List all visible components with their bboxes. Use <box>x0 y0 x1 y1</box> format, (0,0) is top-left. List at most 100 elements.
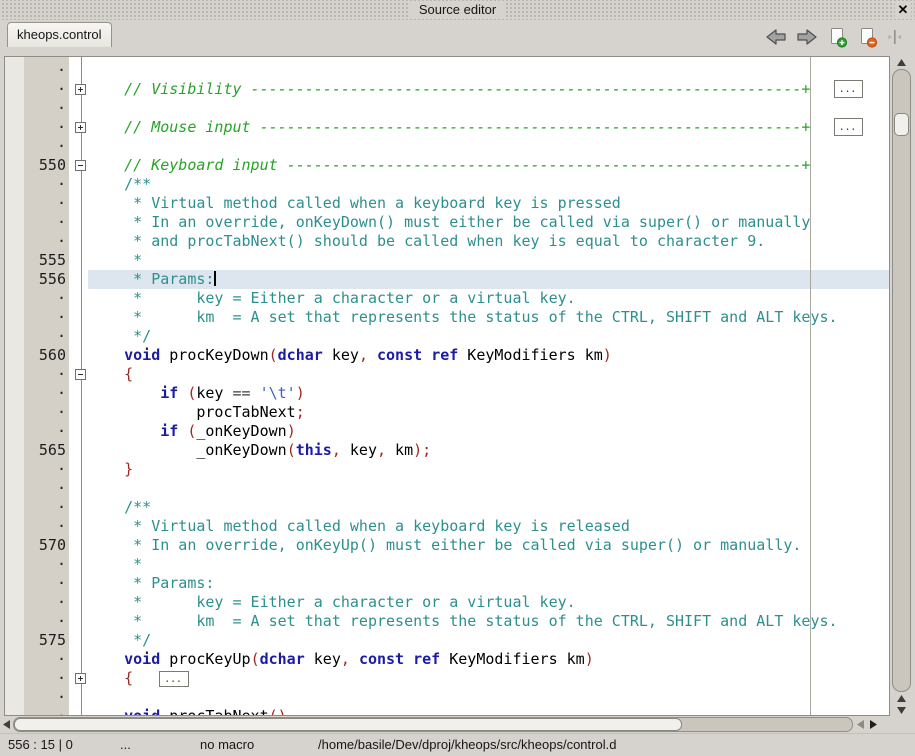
code-line[interactable]: · <box>5 99 889 118</box>
code-text[interactable]: * <box>88 251 889 270</box>
code-text[interactable]: if (key == '\t') <box>88 384 889 403</box>
close-icon[interactable]: ✕ <box>895 1 911 18</box>
new-document-button[interactable] <box>827 27 848 48</box>
code-text[interactable]: // Visibility --------------------------… <box>88 80 889 99</box>
code-text[interactable] <box>88 61 889 80</box>
split-view-button[interactable] <box>887 27 902 47</box>
code-text[interactable]: * km = A set that represents the status … <box>88 612 889 631</box>
navigate-back-button[interactable] <box>765 28 787 46</box>
horizontal-scrollbar-trough[interactable] <box>13 717 853 732</box>
vertical-scrollbar-thumb[interactable] <box>894 113 909 136</box>
horizontal-scrollbar-thumb[interactable] <box>14 718 682 731</box>
code-line[interactable]: · {... <box>5 669 889 688</box>
code-line[interactable]: · <box>5 688 889 707</box>
scroll-right-arrow-icon[interactable] <box>867 718 880 731</box>
scroll-left-arrow-icon[interactable] <box>0 718 13 731</box>
code-text[interactable]: procTabNext; <box>88 403 889 422</box>
code-text[interactable]: * In an override, onKeyDown() must eithe… <box>88 213 889 232</box>
line-number: · <box>5 479 69 498</box>
code-line[interactable]: · if (_onKeyDown) <box>5 422 889 441</box>
code-text[interactable] <box>88 99 889 118</box>
code-text[interactable]: if (_onKeyDown) <box>88 422 889 441</box>
code-line[interactable]: 565 _onKeyDown(this, key, km); <box>5 441 889 460</box>
code-line[interactable]: · * Virtual method called when a keyboar… <box>5 517 889 536</box>
code-text[interactable] <box>88 688 889 707</box>
code-text[interactable]: void procTabNext() <box>88 707 889 716</box>
code-text[interactable]: { <box>88 365 889 384</box>
code-text[interactable]: /** <box>88 498 889 517</box>
code-text[interactable] <box>88 137 889 156</box>
code-line[interactable]: 555 * <box>5 251 889 270</box>
fold-toggle-minus-icon[interactable] <box>75 369 86 380</box>
code-line[interactable]: 550 // Keyboard input ------------------… <box>5 156 889 175</box>
code-text[interactable]: * <box>88 555 889 574</box>
code-line[interactable]: · * km = A set that represents the statu… <box>5 612 889 631</box>
code-line[interactable]: · procTabNext; <box>5 403 889 422</box>
code-text[interactable]: */ <box>88 327 889 346</box>
code-line[interactable]: · /** <box>5 175 889 194</box>
code-line[interactable]: · * km = A set that represents the statu… <box>5 308 889 327</box>
fold-toggle-plus-icon[interactable] <box>75 673 86 684</box>
code-line[interactable]: · * and procTabNext() should be called w… <box>5 232 889 251</box>
scroll-left-arrow-icon[interactable] <box>854 718 867 731</box>
code-text[interactable]: * key = Either a character or a virtual … <box>88 289 889 308</box>
code-text[interactable]: * key = Either a character or a virtual … <box>88 593 889 612</box>
code-line[interactable]: · } <box>5 460 889 479</box>
code-line[interactable]: · <box>5 479 889 498</box>
code-text[interactable]: * Params: <box>88 574 889 593</box>
vertical-scrollbar-trough[interactable] <box>892 69 911 692</box>
code-text[interactable]: * Virtual method called when a keyboard … <box>88 194 889 213</box>
tab-kheops-control[interactable]: kheops.control <box>7 22 112 47</box>
code-line[interactable]: · * Virtual method called when a keyboar… <box>5 194 889 213</box>
code-text[interactable]: } <box>88 460 889 479</box>
code-text[interactable]: _onKeyDown(this, key, km); <box>88 441 889 460</box>
code-line[interactable]: 570 * In an override, onKeyUp() must eit… <box>5 536 889 555</box>
fold-ellipsis-box[interactable]: ... <box>159 671 189 687</box>
code-line[interactable]: · // Mouse input -----------------------… <box>5 118 889 137</box>
code-line[interactable]: 560 void procKeyDown(dchar key, const re… <box>5 346 889 365</box>
code-line[interactable]: · <box>5 61 889 80</box>
code-line[interactable]: 575 */ <box>5 631 889 650</box>
code-text[interactable]: * In an override, onKeyUp() must either … <box>88 536 889 555</box>
code-text[interactable]: */ <box>88 631 889 650</box>
code-line[interactable]: · if (key == '\t') <box>5 384 889 403</box>
close-document-button[interactable] <box>857 27 878 48</box>
code-line[interactable]: · * key = Either a character or a virtua… <box>5 593 889 612</box>
code-text[interactable]: void procKeyDown(dchar key, const ref Ke… <box>88 346 889 365</box>
vertical-scrollbar[interactable] <box>890 56 915 716</box>
scroll-down-arrow-icon[interactable] <box>892 705 911 716</box>
scroll-up-arrow-icon[interactable] <box>892 56 911 68</box>
fold-toggle-plus-icon[interactable] <box>75 122 86 133</box>
code-line[interactable]: 556 * Params: <box>5 270 889 289</box>
code-line[interactable]: · // Visibility ------------------------… <box>5 80 889 99</box>
panel-titlebar[interactable]: Source editor ✕ <box>0 0 915 20</box>
code-line[interactable]: · void procKeyUp(dchar key, const ref Ke… <box>5 650 889 669</box>
code-text[interactable]: * km = A set that represents the status … <box>88 308 889 327</box>
code-line[interactable]: · * In an override, onKeyDown() must eit… <box>5 213 889 232</box>
fold-toggle-minus-icon[interactable] <box>75 160 86 171</box>
code-text[interactable]: // Mouse input -------------------------… <box>88 118 889 137</box>
code-line[interactable]: · <box>5 137 889 156</box>
scroll-up-arrow-icon[interactable] <box>892 693 911 704</box>
code-text[interactable]: void procKeyUp(dchar key, const ref KeyM… <box>88 650 889 669</box>
code-text[interactable] <box>88 479 889 498</box>
code-line[interactable]: · * <box>5 555 889 574</box>
code-text[interactable]: * and procTabNext() should be called whe… <box>88 232 889 251</box>
code-line[interactable]: · */ <box>5 327 889 346</box>
fold-ellipsis-box[interactable]: ... <box>834 80 863 98</box>
code-line[interactable]: · { <box>5 365 889 384</box>
fold-ellipsis-box[interactable]: ... <box>834 118 863 136</box>
code-text[interactable]: {... <box>88 669 889 688</box>
code-area[interactable]: ·· // Visibility -----------------------… <box>4 56 890 716</box>
code-text[interactable]: * Params: <box>88 270 889 289</box>
fold-toggle-plus-icon[interactable] <box>75 84 86 95</box>
code-line[interactable]: · * Params: <box>5 574 889 593</box>
code-text[interactable]: * Virtual method called when a keyboard … <box>88 517 889 536</box>
navigate-forward-button[interactable] <box>796 28 818 46</box>
code-line[interactable]: · /** <box>5 498 889 517</box>
code-line[interactable]: · * key = Either a character or a virtua… <box>5 289 889 308</box>
code-text[interactable]: // Keyboard input ----------------------… <box>88 156 889 175</box>
code-text[interactable]: /** <box>88 175 889 194</box>
horizontal-scrollbar[interactable] <box>0 716 893 733</box>
code-line[interactable]: · void procTabNext() <box>5 707 889 716</box>
